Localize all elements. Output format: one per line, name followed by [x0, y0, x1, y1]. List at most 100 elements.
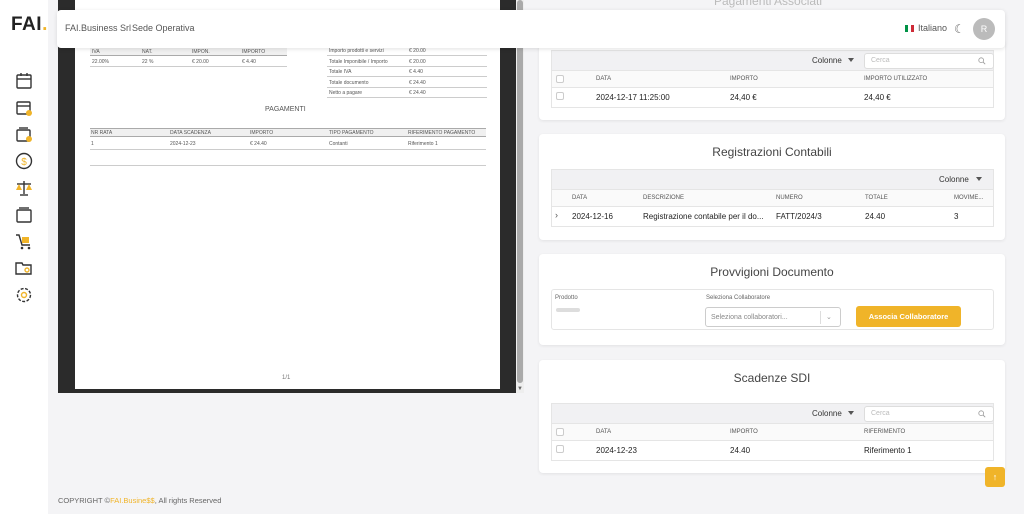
colonne-button[interactable]: Colonne — [812, 56, 842, 65]
scroll-down-arrow[interactable]: ▼ — [517, 386, 523, 392]
cell-numero: FATT/2024/3 — [776, 212, 822, 221]
table-header-row: DATA IMPORTO RIFERIMENTO — [552, 424, 993, 441]
nr-rata-value: 1 — [91, 141, 94, 147]
tipo-pagamento-header: TIPO PAGAMENTO — [329, 130, 374, 136]
page-number: 1/1 — [282, 375, 291, 381]
scroll-to-top-button[interactable]: ↑ — [985, 467, 1005, 487]
select-separator — [820, 311, 821, 324]
column-header[interactable]: NUMERO — [776, 195, 803, 201]
row-checkbox[interactable] — [556, 445, 564, 453]
riferimento-header: RIFERIMENTO PAGAMENTO — [408, 130, 476, 136]
total-value: € 4.40 — [409, 69, 423, 75]
impon-value: € 20.00 — [192, 59, 209, 65]
iva-divider — [90, 66, 287, 67]
cell-movimenti: 3 — [954, 212, 959, 221]
importo-header: IMPORTO — [242, 49, 266, 55]
table-header-row: DATA IMPORTO IMPORTO UTILIZZATO — [552, 71, 993, 88]
total-label: Totale IVA — [329, 69, 352, 75]
cart-icon[interactable] — [14, 232, 34, 252]
search-input[interactable]: Cerca — [864, 53, 994, 69]
impon-header: IMPON. — [192, 49, 210, 55]
sede-name[interactable]: Sede Operativa — [132, 23, 195, 33]
importo-header: IMPORTO — [250, 130, 274, 136]
registrazioni-title: Registrazioni Contabili — [712, 145, 832, 159]
collaboratore-select[interactable]: Seleziona collaboratori... ⌄ — [705, 307, 841, 327]
cell-importo: 24,40 € — [730, 93, 757, 102]
pdf-page: IVA NAT. IMPON. IMPORTO 22.00% 22 % € 20… — [75, 0, 500, 389]
associa-collaboratore-button[interactable]: Associa Collaboratore — [856, 306, 961, 327]
nat-value: 22 % — [142, 59, 154, 65]
totals-divider — [327, 87, 487, 88]
calendar-icon[interactable] — [14, 71, 34, 91]
settings-icon[interactable] — [14, 285, 34, 305]
top-bar: FAI.Business Srl Sede Operativa Italiano… — [57, 10, 1005, 48]
registrazioni-card: Registrazioni Contabili Colonne DATA DES… — [539, 134, 1005, 240]
dark-mode-icon[interactable]: ☾ — [954, 22, 965, 36]
folder-search-icon[interactable] — [14, 258, 34, 278]
total-value: € 20.00 — [409, 59, 426, 65]
row-checkbox[interactable] — [556, 92, 564, 100]
caret-down-icon[interactable] — [976, 177, 982, 181]
column-header[interactable]: IMPORTO — [730, 76, 758, 82]
scadenze-sdi-card: Scadenze SDI Colonne Cerca DATA IMPORTO … — [539, 360, 1005, 473]
column-header[interactable]: RIFERIMENTO — [864, 429, 905, 435]
cell-data: 2024-12-16 — [572, 212, 613, 221]
column-header[interactable]: DATA — [596, 76, 611, 82]
table-row[interactable]: 2024-12-17 11:25:00 24,40 € 24,40 € — [552, 88, 993, 107]
column-header[interactable]: TOTALE — [865, 195, 888, 201]
company-name[interactable]: FAI.Business Srl — [65, 23, 131, 33]
column-header[interactable]: MOVIME... — [954, 195, 983, 201]
cell-totale: 24.40 — [865, 212, 886, 221]
total-label: Totale documento — [329, 80, 369, 86]
pdf-viewer[interactable]: IVA NAT. IMPON. IMPORTO 22.00% 22 % € 20… — [58, 0, 516, 393]
column-header[interactable]: DESCRIZIONE — [643, 195, 684, 201]
provvigioni-card: Provvigioni Documento Prodotto Seleziona… — [539, 254, 1005, 345]
totals-divider — [327, 76, 487, 77]
colonne-button[interactable]: Colonne — [812, 409, 842, 418]
table-toolbar: Colonne Cerca — [552, 404, 994, 424]
search-icon — [978, 57, 986, 65]
pagamenti-divider — [90, 149, 486, 150]
total-value: € 20.00 — [409, 48, 426, 54]
pagamenti-card: Colonne Cerca DATA IMPORTO IMPORTO UTILI… — [539, 40, 1005, 120]
avatar[interactable]: R — [973, 18, 995, 40]
total-value: € 24.40 — [409, 90, 426, 96]
caret-down-icon[interactable] — [848, 58, 854, 62]
total-label: Importo prodotti e servizi — [329, 48, 384, 54]
app-logo[interactable]: FAI. — [11, 14, 48, 36]
nat-header: NAT. — [142, 49, 153, 55]
column-header[interactable]: IMPORTO UTILIZZATO — [864, 76, 927, 82]
sidebar: FAI. $ — [0, 0, 48, 514]
scadenze-table: Colonne Cerca DATA IMPORTO RIFERIMENTO 2… — [551, 403, 994, 461]
chevron-down-icon[interactable]: ⌄ — [826, 313, 832, 321]
column-header[interactable]: IMPORTO — [730, 429, 758, 435]
nr-rata-header: NR RATA — [91, 130, 113, 136]
scrollbar-thumb[interactable] — [517, 0, 523, 383]
scale-icon[interactable] — [14, 178, 34, 198]
select-all-checkbox[interactable] — [556, 428, 564, 436]
inbox-icon[interactable] — [14, 205, 34, 225]
pdf-scrollbar[interactable]: ▼ — [516, 0, 524, 393]
table-row[interactable]: 2024-12-23 24.40 Riferimento 1 — [552, 441, 993, 460]
caret-down-icon[interactable] — [848, 411, 854, 415]
footer-brand-link[interactable]: FAI.Busine$$ — [110, 496, 155, 505]
dollar-icon[interactable]: $ — [14, 151, 34, 171]
table-toolbar: Colonne Cerca — [552, 51, 994, 71]
footer-copyright: COPYRIGHT © — [58, 496, 111, 505]
column-header[interactable]: DATA — [572, 195, 587, 201]
column-header[interactable]: DATA — [596, 429, 611, 435]
search-input[interactable]: Cerca — [864, 406, 994, 422]
prodotto-label: Prodotto — [555, 295, 578, 301]
search-placeholder: Cerca — [871, 57, 890, 64]
importo-value: € 24.40 — [250, 141, 267, 147]
language-selector[interactable]: Italiano — [905, 23, 947, 33]
colonne-button[interactable]: Colonne — [939, 175, 969, 184]
importo-value: € 4.40 — [242, 59, 256, 65]
calendar-check-icon[interactable] — [14, 98, 34, 118]
table-row[interactable]: › 2024-12-16 Registrazione contabile per… — [552, 207, 993, 226]
select-all-checkbox[interactable] — [556, 75, 564, 83]
expand-chevron-icon[interactable]: › — [555, 210, 558, 220]
search-placeholder: Cerca — [871, 410, 890, 417]
wallet-icon[interactable] — [14, 125, 34, 145]
totals-divider — [327, 66, 487, 67]
